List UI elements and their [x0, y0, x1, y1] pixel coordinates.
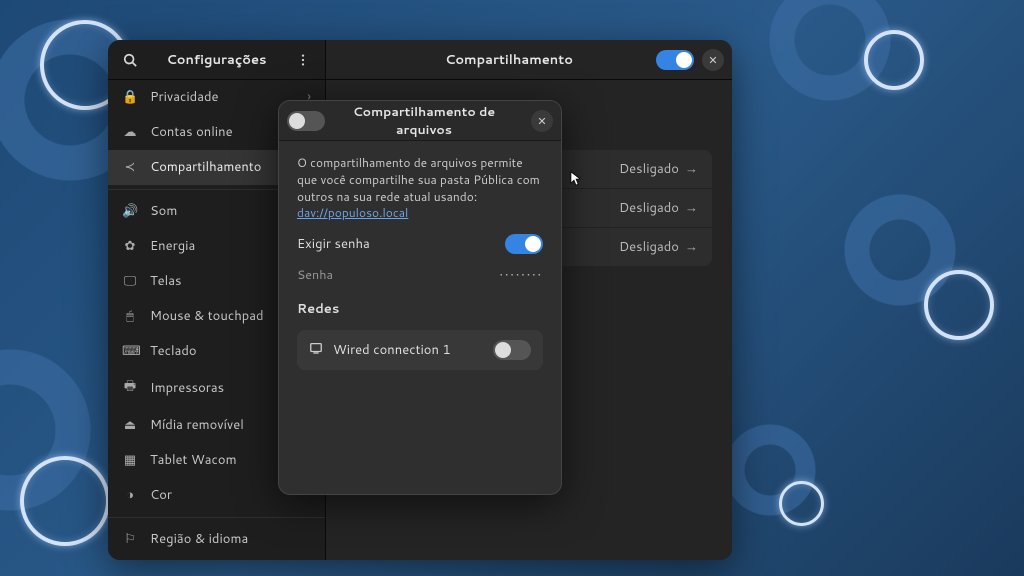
main-header: Compartilhamento ✕ [326, 40, 732, 80]
password-field[interactable]: •••••••• [500, 267, 544, 283]
network-switch[interactable] [493, 340, 531, 360]
sidebar-item-icon: 🔊 [122, 202, 138, 220]
sidebar-item-icon: 🔒 [122, 88, 138, 106]
password-row: Senha •••••••• [297, 266, 543, 284]
file-sharing-switch[interactable] [287, 111, 325, 131]
status-label: Desligado [619, 160, 679, 178]
sidebar-item-icon: ⏏ [122, 416, 138, 434]
sidebar-item-label: Região & idioma [150, 530, 248, 548]
wired-icon [309, 341, 323, 359]
sidebar-item-label: Cor [150, 486, 172, 504]
chevron-right-icon: → [685, 160, 698, 178]
sidebar-item-label: Mídia removível [150, 416, 244, 434]
chevron-right-icon: → [685, 199, 698, 217]
sidebar-item-label: Privacidade [150, 88, 219, 106]
sidebar-header: Configurações [108, 40, 325, 80]
menu-icon[interactable] [289, 46, 317, 74]
sidebar-item-icon: ⚐ [122, 530, 138, 548]
sidebar-item-icon: 🖶 [122, 377, 138, 399]
sidebar-item-icon: 🖵 [122, 272, 138, 290]
dialog-header: Compartilhamento de arquivos ✕ [279, 101, 561, 141]
status-label: Desligado [619, 199, 679, 217]
sidebar-item-icon: ▦ [122, 451, 138, 469]
require-password-row: Exigir senha [297, 234, 543, 254]
sidebar-item-icon: ⌨ [122, 342, 138, 360]
require-password-label: Exigir senha [297, 235, 370, 253]
page-title: Compartilhamento [362, 51, 656, 69]
sidebar-item-label: Impressoras [150, 379, 224, 397]
dialog-title: Compartilhamento de arquivos [325, 103, 523, 139]
networks-heading: Redes [297, 300, 543, 318]
sidebar-item-label: Contas online [150, 123, 233, 141]
file-sharing-dialog: Compartilhamento de arquivos ✕ O compart… [278, 100, 562, 495]
sidebar-separator [108, 517, 325, 518]
sidebar-item-label: Telas [150, 272, 182, 290]
sidebar-title: Configurações [144, 51, 289, 69]
sidebar-item-label: Compartilhamento [150, 158, 262, 176]
sharing-master-switch[interactable] [656, 50, 694, 70]
close-icon[interactable]: ✕ [702, 49, 724, 71]
dialog-close-icon[interactable]: ✕ [531, 110, 553, 132]
network-row: Wired connection 1 [297, 330, 543, 370]
dav-link[interactable]: dav://populoso.local [297, 204, 408, 221]
sidebar-item-icon: ◑ [122, 486, 138, 504]
sidebar-item-label: Teclado [150, 342, 197, 360]
chevron-right-icon: → [685, 238, 698, 256]
sidebar-item-label: Energia [150, 237, 195, 255]
sidebar-item-label: Mouse & touchpad [150, 307, 264, 325]
require-password-switch[interactable] [505, 234, 543, 254]
sidebar-item-label: Tablet Wacom [150, 451, 237, 469]
sidebar-item-acessibilidade[interactable]: ✲Acessibilidade [108, 557, 325, 560]
sidebar-item-icon: 🖱 [122, 307, 138, 325]
sidebar-item-icon: ☁ [122, 123, 138, 141]
password-label: Senha [297, 266, 333, 284]
status-label: Desligado [619, 238, 679, 256]
sidebar-item-icon: ✿ [122, 237, 138, 255]
sidebar-item-regiao-idioma[interactable]: ⚐ Região & idioma [108, 522, 325, 557]
sidebar-item-icon: ≺ [122, 158, 138, 176]
search-icon[interactable] [116, 46, 144, 74]
sidebar-item-label: Som [150, 202, 177, 220]
dialog-description: O compartilhamento de arquivos permite q… [297, 155, 543, 222]
network-name: Wired connection 1 [333, 341, 483, 359]
